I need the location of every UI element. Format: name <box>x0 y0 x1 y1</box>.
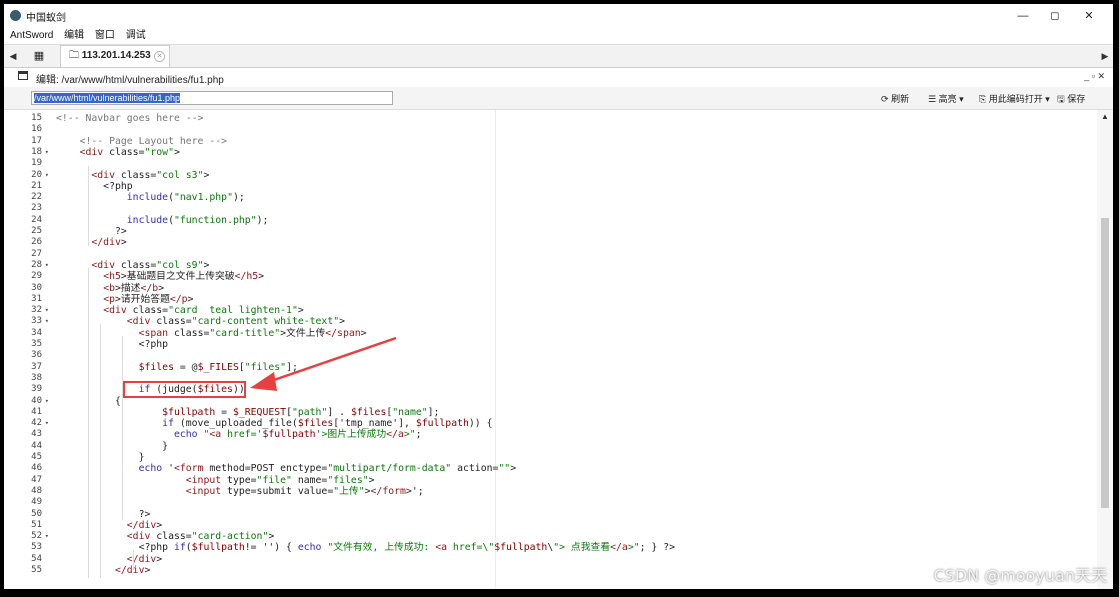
line-number-text: 49 <box>31 497 42 508</box>
editor-header: 编辑: /var/www/html/vulnerabilities/fu1.ph… <box>4 67 1113 87</box>
editor-title: 编辑: /var/www/html/vulnerabilities/fu1.ph… <box>36 75 224 86</box>
open-with-encoding-dropdown[interactable]: ⎘ 用此编码打开 ▾ <box>979 92 1050 105</box>
indent-guide <box>133 550 134 570</box>
chevron-down-icon: ▾ <box>1045 94 1050 104</box>
menu-debug[interactable]: 调试 <box>126 28 146 44</box>
chevron-down-icon: ▾ <box>959 94 964 104</box>
line-number-text: 55 <box>31 565 42 575</box>
code-line: ?> <box>56 508 151 520</box>
tab-host[interactable]: 🗀 113.201.14.253 ✕ <box>60 45 170 67</box>
line-number-text: 45 <box>31 452 42 462</box>
tab-close-icon[interactable]: ✕ <box>154 51 165 62</box>
menu-window[interactable]: 窗口 <box>95 28 115 44</box>
minimize-button[interactable]: — <box>1009 6 1037 26</box>
antsword-logo-icon <box>10 10 21 21</box>
window-icon <box>18 71 28 80</box>
app-window: 中国蚁剑 — ◻ ✕ AntSword 编辑 窗口 调试 ◀ ▦ 🗀 113.2… <box>0 0 1119 597</box>
scrollbar-thumb[interactable] <box>1101 218 1109 508</box>
code-line: <input type="file" name="files"> <box>185 474 375 486</box>
close-button[interactable]: ✕ <box>1075 6 1103 26</box>
encoding-icon: ⎘ <box>979 94 987 104</box>
path-input-value: /var/www/html/vulnerabilities/fu1.php <box>34 93 181 103</box>
line-number-text: 52 <box>31 531 42 542</box>
refresh-button[interactable]: ⟳ 刷新 <box>881 92 909 105</box>
line-number-text: 54 <box>31 553 42 564</box>
line-number-text: 42 <box>31 418 42 429</box>
highlight-label: 高亮 <box>938 94 957 104</box>
title-bar: 中国蚁剑 — ◻ ✕ <box>4 4 1113 28</box>
editor-toolbar: /var/www/html/vulnerabilities/fu1.php ⟳ … <box>4 87 1113 110</box>
tab-bar: ◀ ▦ 🗀 113.201.14.253 ✕ ▶ <box>4 44 1113 68</box>
fold-toggle-icon[interactable]: ▾ <box>45 532 49 540</box>
path-input[interactable]: /var/www/html/vulnerabilities/fu1.php <box>31 91 393 105</box>
window-title: 中国蚁剑 <box>26 13 66 24</box>
editor-window-controls[interactable]: _ ▫ ✕ <box>1084 71 1105 82</box>
red-arrow <box>250 336 397 391</box>
save-label: 保存 <box>1067 94 1086 104</box>
line-number-text: 50 <box>31 508 42 519</box>
print-margin <box>495 110 496 589</box>
fold-toggle-icon[interactable]: ▾ <box>45 419 49 427</box>
line-number-text: 51 <box>31 519 42 530</box>
code-line: <input type=submit value="上传"></form>'; <box>185 485 424 497</box>
line-number-text: 44 <box>31 440 42 451</box>
line-number-text: 53 <box>31 542 42 553</box>
list-icon: ☰ <box>928 94 937 104</box>
grid-menu-icon[interactable]: ▦ <box>26 45 52 67</box>
refresh-label: 刷新 <box>891 94 910 104</box>
refresh-icon: ⟳ <box>881 94 889 104</box>
open-with-label: 用此编码打开 <box>988 94 1043 104</box>
line-number-text: 48 <box>31 485 42 496</box>
code-editor[interactable]: 15 16 17 18 ▾ 19 20 ▾ 21 22 23 24 25 26 27 28 ▾ 29 30 31 32 ▾… <box>4 110 1113 589</box>
code-line: </div> <box>114 565 151 576</box>
line-number-text: 46 <box>31 463 42 474</box>
highlight-dropdown[interactable]: ☰ 高亮 ▾ <box>928 92 964 105</box>
menu-edit[interactable]: 编辑 <box>64 28 84 44</box>
line-number-text: 47 <box>31 474 42 485</box>
menu-antsword[interactable]: AntSword <box>10 28 53 44</box>
code-line: } <box>56 440 169 452</box>
code-line: </div> <box>126 553 163 565</box>
menu-bar: AntSword 编辑 窗口 调试 <box>4 28 1113 44</box>
folder-icon: 🗀 <box>69 50 79 61</box>
code-line: echo '<form method=POST enctype="multipa… <box>138 463 517 475</box>
tab-scroll-right-icon[interactable]: ▶ <box>1097 45 1113 67</box>
vertical-scrollbar[interactable]: ▲ <box>1097 110 1113 589</box>
code-line: <?php if($fullpath!= '') { echo "文件有效, 上… <box>56 542 675 554</box>
tab-scroll-left-icon[interactable]: ◀ <box>4 45 22 67</box>
line-number-text: 43 <box>31 429 42 440</box>
save-icon: 🖫 <box>1057 94 1065 104</box>
save-button[interactable]: 🖫 保存 <box>1057 92 1085 108</box>
watermark: CSDN @mooyuan天天 <box>933 566 1107 585</box>
code-line: </div> <box>126 519 163 531</box>
restore-button[interactable]: ◻ <box>1041 6 1069 26</box>
scroll-up-icon[interactable]: ▲ <box>1097 112 1113 121</box>
tab-host-label: 113.201.14.253 <box>81 50 151 61</box>
code-line: echo "<a href='$fullpath'>图片上传成功</a>"; <box>173 429 422 441</box>
